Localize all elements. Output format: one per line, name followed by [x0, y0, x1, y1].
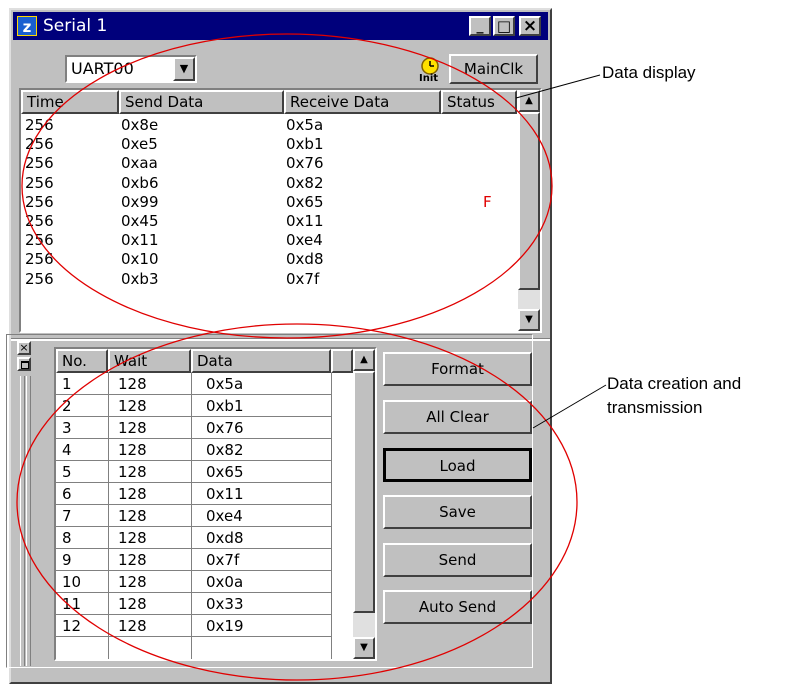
annotation-overlay: [16, 33, 607, 681]
annotation-data-display: Data display: [602, 63, 696, 82]
callout-line-creation: [532, 384, 607, 429]
annotation-data-creation-line2: transmission: [607, 398, 703, 417]
data-display-ellipse: [21, 33, 553, 339]
data-creation-ellipse: [16, 323, 578, 681]
callout-line-display: [515, 74, 601, 99]
annotation-data-creation-line1: Data creation and: [607, 374, 742, 393]
